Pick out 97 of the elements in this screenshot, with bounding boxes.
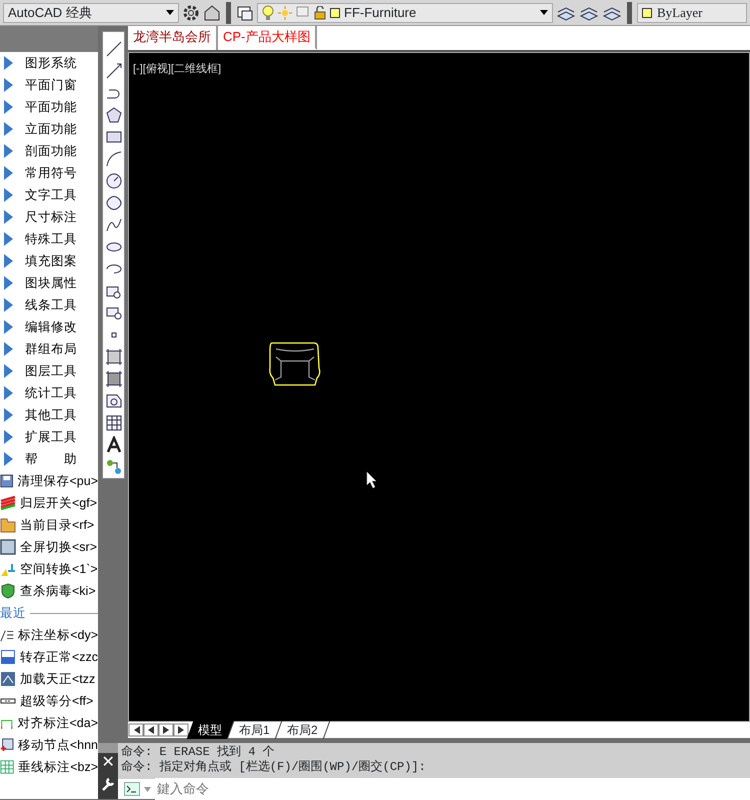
color-swatch: [330, 8, 340, 18]
square-icon: [0, 539, 16, 555]
nodes-icon[interactable]: [104, 458, 122, 476]
triangle-icon: [4, 56, 13, 70]
gradient-icon[interactable]: [104, 370, 122, 388]
menu-item[interactable]: 剖面功能: [25, 142, 77, 160]
color-swatch: [642, 8, 652, 18]
menu-item[interactable]: 特殊工具: [25, 230, 77, 248]
triangle-icon: [4, 100, 13, 114]
line-icon[interactable]: [104, 40, 122, 58]
triangle-icon: [4, 276, 13, 290]
ray-icon[interactable]: [104, 62, 122, 80]
tab-navigation-icon[interactable]: [128, 723, 190, 737]
triangle-icon: [4, 166, 13, 180]
triangle-icon: [4, 320, 13, 334]
color-dropdown[interactable]: ByLayer: [637, 2, 747, 22]
arc-icon[interactable]: [104, 150, 122, 168]
cloud-icon[interactable]: [104, 194, 122, 212]
house-icon[interactable]: [203, 4, 221, 22]
menu-item[interactable]: 其他工具: [25, 406, 77, 424]
toolbar-grip[interactable]: [627, 2, 632, 24]
gear-icon[interactable]: [182, 4, 200, 22]
layout-tab[interactable]: 布局1: [228, 721, 282, 739]
triangle-icon: [4, 342, 13, 356]
viewport-label[interactable]: [-][俯视][二维线框]: [133, 60, 221, 77]
menu-item[interactable]: 填充图案: [25, 252, 77, 270]
menu-item[interactable]: 平面功能: [25, 98, 77, 116]
menu-item[interactable]: 尺寸标注: [25, 208, 77, 226]
caret-icon: [540, 10, 548, 15]
layer-dropdown[interactable]: FF-Furniture: [257, 2, 553, 22]
cursor-icon: [366, 470, 378, 488]
menu-item[interactable]: 图形系统: [25, 54, 77, 72]
menu-item[interactable]: 帮 助: [25, 450, 77, 468]
triangle-icon: [4, 78, 13, 92]
polygon-icon[interactable]: [104, 106, 122, 124]
tool-item[interactable]: 当前目录<rf>: [20, 516, 94, 534]
sun-icon: [278, 6, 292, 20]
layout-tab[interactable]: 模型: [186, 721, 234, 739]
padlock-icon: [314, 6, 326, 20]
letter-icon[interactable]: [104, 436, 122, 454]
tool-item[interactable]: 空间转换<1`>: [20, 560, 98, 578]
triangle-icon: [4, 408, 13, 422]
layout-tab[interactable]: 布局2: [275, 721, 330, 739]
command-input[interactable]: 鍵入命令: [118, 779, 750, 799]
tool-item[interactable]: 归层开关<gf>: [20, 494, 98, 512]
triangle-icon: [4, 122, 13, 136]
section-header: 最近: [0, 604, 26, 622]
caret-icon[interactable]: [144, 786, 151, 792]
tool-item[interactable]: 转存正常<zzc: [20, 648, 98, 666]
wrench-icon[interactable]: [100, 776, 116, 792]
region-icon[interactable]: [104, 392, 122, 410]
monitor-icon: [296, 6, 310, 20]
menu-item[interactable]: 立面功能: [25, 120, 77, 138]
menu-item[interactable]: 常用符号: [25, 164, 77, 182]
menu-item[interactable]: 图块属性: [25, 274, 77, 292]
menu-item[interactable]: 图层工具: [25, 362, 77, 380]
triangle-icon: [4, 188, 13, 202]
triangle-icon: [4, 364, 13, 378]
triangle-icon: [4, 430, 13, 444]
triangle-icon: [4, 298, 13, 312]
prompt-icon: [124, 782, 140, 796]
menu-item[interactable]: 扩展工具: [25, 428, 77, 446]
spline-icon[interactable]: [104, 216, 122, 234]
arrow-icon: [0, 561, 16, 577]
tool-item[interactable]: 垂线标注<bz>: [18, 758, 98, 776]
triangle-icon: [4, 210, 13, 224]
hatch-icon[interactable]: [104, 348, 122, 366]
tool-item[interactable]: 超级等分<ff>: [20, 692, 94, 710]
triangle-icon: [4, 452, 13, 466]
folder-icon: [0, 517, 16, 533]
menu-item[interactable]: 文字工具: [25, 186, 77, 204]
workspace-dropdown[interactable]: AutoCAD 经典: [3, 2, 179, 22]
menu-item[interactable]: 统计工具: [25, 384, 77, 402]
command-history: 命令: E ERASE 找到 4 个 命令: 指定对角点或 [栏选(F)/圈围(WP)/圈交(CP)]:: [118, 743, 750, 779]
tool-item[interactable]: 加载天正<tzz: [20, 670, 96, 688]
node-icon: [0, 737, 14, 753]
menu-item[interactable]: 编辑修改: [25, 318, 77, 336]
tool-item[interactable]: 查杀病毒<ki>: [20, 582, 96, 600]
caret-icon: [166, 10, 174, 15]
tool-item[interactable]: 全屏切换<sr>: [20, 538, 98, 556]
menu-item[interactable]: 线条工具: [25, 296, 77, 314]
toolbar-grip[interactable]: [226, 2, 231, 24]
tool-item[interactable]: 标注坐标<dy>: [18, 626, 98, 644]
table-icon[interactable]: [104, 414, 122, 432]
bulb-icon: [262, 4, 274, 20]
triangle-icon: [4, 232, 13, 246]
tool-item[interactable]: 清理保存<pu>: [17, 472, 98, 490]
menu-item[interactable]: 群组布局: [25, 340, 77, 358]
tool-item[interactable]: 对齐标注<da>: [17, 714, 98, 732]
triangle-icon: [4, 144, 13, 158]
triangle-icon: [4, 386, 13, 400]
triangle-icon: [4, 254, 13, 268]
tool-item[interactable]: 移动节点<hnn: [18, 736, 98, 754]
grid-icon: [0, 759, 14, 775]
circle-icon[interactable]: [104, 172, 122, 190]
shield-icon: [0, 583, 16, 599]
menu-item[interactable]: 平面门窗: [25, 76, 77, 94]
